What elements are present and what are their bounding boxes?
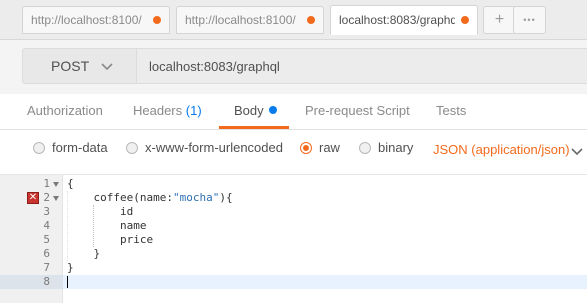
fold-arrow-icon[interactable] (53, 182, 59, 187)
editor-line: 3 id (0, 205, 587, 219)
content-type-dropdown[interactable]: JSON (application/json) (433, 142, 570, 157)
radio-form-data[interactable]: form-data (33, 140, 108, 155)
tab-authorization[interactable]: Authorization (27, 103, 103, 118)
new-tab-button[interactable]: + (483, 6, 516, 34)
editor-line: 5 price (0, 233, 587, 247)
code-text: { (67, 177, 74, 190)
line-number: 5 (43, 233, 50, 246)
tab-body-label: Body (234, 103, 264, 118)
code-text: coffee(name:"mocha"){ (67, 191, 233, 205)
editor-line: 4 name (0, 219, 587, 233)
tab-authorization-label: Authorization (27, 103, 103, 118)
radio-selected-icon (300, 141, 312, 154)
line-number: 6 (43, 247, 50, 260)
chevron-down-icon[interactable] (570, 144, 584, 158)
code-text: } (67, 261, 74, 274)
line-number: 1 (43, 177, 50, 190)
code-text: id (67, 205, 134, 218)
editor-line: 6 } (0, 247, 587, 261)
headers-count-badge: (1) (185, 103, 202, 118)
radio-circle-icon (126, 141, 138, 154)
code-segment: coffee(name: (67, 191, 173, 204)
code-segment: ){ (219, 191, 233, 204)
tab-headers[interactable]: Headers (1) (133, 103, 202, 118)
code-string: "mocha" (172, 191, 220, 204)
body-modified-dot-icon (268, 106, 277, 114)
line-number: 8 (43, 275, 50, 288)
radio-raw[interactable]: raw (300, 140, 340, 155)
unsaved-dot-icon (153, 16, 161, 24)
tab-label: http://localhost:8100/ (185, 13, 296, 27)
radio-urlencoded-label: x-www-form-urlencoded (145, 140, 283, 155)
radio-form-data-label: form-data (52, 140, 108, 155)
tab-pre-request-script[interactable]: Pre-request Script (305, 103, 410, 118)
line-number: 7 (43, 261, 50, 274)
request-tabs: Authorization Headers (1) Body Pre-reque… (0, 94, 587, 130)
indent-guide (67, 191, 68, 261)
editor-line-current: 8 (0, 275, 587, 289)
text-cursor (67, 276, 68, 288)
request-tab-3[interactable]: localhost:8083/graphql (330, 5, 478, 35)
tab-tests-label: Tests (436, 103, 467, 118)
tab-pre-request-label: Pre-request Script (305, 103, 410, 118)
tab-label: localhost:8083/graphql (339, 13, 455, 27)
chevron-down-icon (101, 63, 113, 71)
radio-x-www-form-urlencoded[interactable]: x-www-form-urlencoded (126, 140, 283, 155)
unsaved-dot-icon (461, 16, 469, 24)
editor-line: 1 { (0, 177, 587, 191)
radio-circle-icon (359, 141, 371, 154)
radio-raw-label: raw (319, 140, 340, 155)
line-number: 2 (43, 191, 50, 204)
request-tab-1[interactable]: http://localhost:8100/ (22, 6, 170, 34)
method-select[interactable]: POST (22, 48, 137, 84)
method-label: POST (51, 58, 90, 74)
tab-strip: http://localhost:8100/ http://localhost:… (0, 0, 587, 40)
unsaved-dot-icon (307, 16, 315, 24)
url-value: localhost:8083/graphql (149, 58, 280, 74)
fold-arrow-icon[interactable] (53, 196, 59, 201)
url-input[interactable]: localhost:8083/graphql (137, 48, 587, 84)
more-tabs-button[interactable]: ••• (513, 6, 546, 34)
line-number: 3 (43, 205, 50, 218)
code-editor[interactable]: 1 { ✕ 2 coffee(name:"mocha"){ 3 id 4 nam… (0, 174, 587, 303)
code-text: } (67, 247, 101, 260)
code-text: price (67, 233, 154, 246)
active-tab-indicator (219, 126, 289, 129)
url-bar: POST localhost:8083/graphql (0, 40, 587, 94)
radio-circle-icon (33, 141, 45, 154)
tab-headers-label: Headers (133, 103, 183, 118)
indent-guide (93, 205, 94, 247)
editor-line: ✕ 2 coffee(name:"mocha"){ (0, 191, 587, 205)
tab-body[interactable]: Body (234, 103, 277, 118)
body-type-selector: form-data x-www-form-urlencoded raw bina… (0, 130, 587, 170)
tab-tests[interactable]: Tests (436, 103, 466, 118)
code-text: name (67, 219, 147, 232)
radio-binary[interactable]: binary (359, 140, 413, 155)
request-tab-2[interactable]: http://localhost:8100/ (176, 6, 324, 34)
tab-label: http://localhost:8100/ (31, 13, 142, 27)
radio-binary-label: binary (378, 140, 414, 155)
editor-line: 7 } (0, 261, 587, 275)
line-number: 4 (43, 219, 50, 232)
